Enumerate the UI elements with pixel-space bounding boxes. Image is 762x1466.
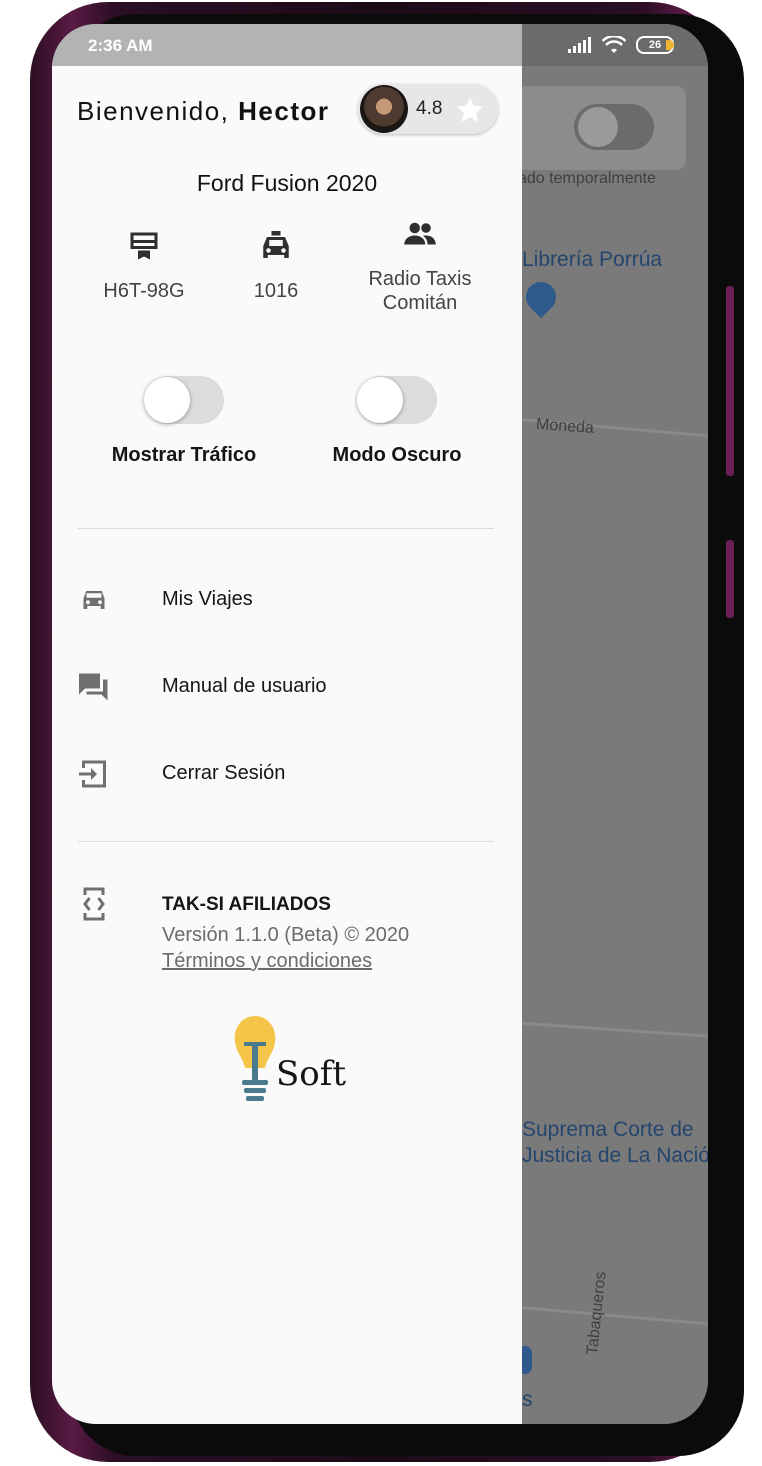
license-plate-icon <box>130 232 158 260</box>
logout-icon <box>79 760 106 788</box>
toggle-knob <box>357 377 403 423</box>
drawer-scrim[interactable] <box>522 66 708 1424</box>
menu-item-logout[interactable]: Cerrar Sesión <box>52 744 522 804</box>
volume-button <box>726 286 734 476</box>
chat-icon <box>79 673 108 701</box>
star-icon <box>456 97 484 122</box>
people-icon <box>404 222 436 245</box>
navigation-drawer: Bienvenido, Hector 4.8 Ford Fusion 2020 … <box>52 66 522 1424</box>
company-value-line1: Radio Taxis <box>368 268 472 290</box>
menu-item-label: Mis Viajes <box>162 588 253 610</box>
welcome-text: Bienvenido, Hector <box>77 96 329 127</box>
menu-item-label: Manual de usuario <box>162 675 327 697</box>
app-name: TAK-SI AFILIADOS <box>162 894 331 915</box>
traffic-toggle-group: Mostrar Tráfico <box>84 376 284 467</box>
taxi-number-value: 1016 <box>253 280 299 302</box>
rating-value: 4.8 <box>416 98 443 119</box>
stat-company: Radio Taxis Comitán <box>350 216 490 315</box>
lightbulb-icon <box>234 1016 276 1101</box>
dark-mode-toggle-group: Modo Oscuro <box>297 376 497 467</box>
menu-item-label: Cerrar Sesión <box>162 762 286 784</box>
plate-value: H6T-98G <box>103 280 185 302</box>
status-bar: 2:36 AM 26 <box>52 24 708 66</box>
app-version: Versión 1.1.0 (Beta) © 2020 <box>162 924 410 946</box>
dark-mode-toggle-label: Modo Oscuro <box>332 444 462 466</box>
developer-mode-icon <box>83 887 105 921</box>
stat-taxi-number: 1016 <box>226 228 326 303</box>
battery-icon: 26 <box>636 36 674 54</box>
status-time: 2:36 AM <box>88 36 153 55</box>
user-name: Hector <box>238 96 330 126</box>
wifi-icon <box>602 36 626 53</box>
divider <box>78 528 494 529</box>
traffic-toggle-label: Mostrar Tráfico <box>111 444 257 466</box>
toggle-knob <box>144 377 190 423</box>
traffic-toggle[interactable] <box>144 376 224 424</box>
signal-icon <box>568 37 591 53</box>
terms-link[interactable]: Términos y condiciones <box>162 950 372 973</box>
welcome-prefix: Bienvenido, <box>77 96 230 126</box>
rating-chip[interactable]: 4.8 <box>358 84 498 134</box>
car-icon <box>83 591 105 609</box>
about-section: TAK-SI AFILIADOS Versión 1.1.0 (Beta) © … <box>52 884 522 984</box>
company-logo: Soft <box>230 1014 350 1114</box>
power-button <box>726 540 734 618</box>
dark-mode-toggle[interactable] <box>357 376 437 424</box>
logo-text: Soft <box>276 1054 347 1094</box>
menu-item-mis-viajes[interactable]: Mis Viajes <box>52 570 522 630</box>
stat-plate: H6T-98G <box>94 228 194 303</box>
screen: ado temporalmente Librería Porrúa Moneda… <box>52 24 708 1424</box>
divider <box>78 841 494 842</box>
status-icons: 26 <box>568 36 674 54</box>
avatar[interactable] <box>360 85 408 133</box>
car-model: Ford Fusion 2020 <box>196 170 378 196</box>
company-value-line2: Comitán <box>382 292 458 314</box>
taxi-icon <box>263 231 289 258</box>
menu-item-manual[interactable]: Manual de usuario <box>52 657 522 717</box>
